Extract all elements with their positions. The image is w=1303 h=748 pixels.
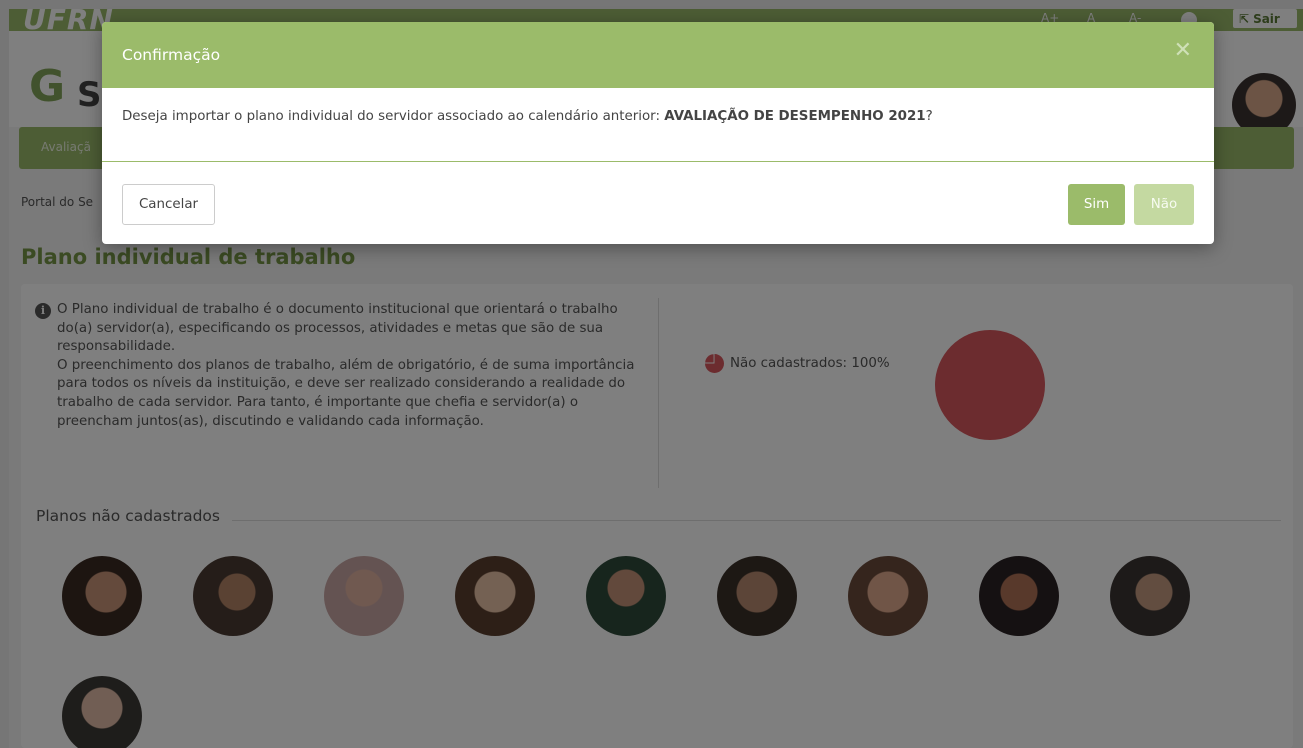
confirmation-dialog: Confirmação ✕ Deseja importar o plano in… <box>102 22 1214 244</box>
dialog-title: Confirmação <box>122 46 221 64</box>
dialog-header: Confirmação ✕ <box>102 22 1214 88</box>
dialog-body: Deseja importar o plano individual do se… <box>102 88 1214 162</box>
no-button[interactable]: Não <box>1134 184 1194 225</box>
cancel-button[interactable]: Cancelar <box>122 184 215 225</box>
dialog-message-calendar: AVALIAÇÃO DE DESEMPENHO 2021 <box>664 109 926 124</box>
dialog-message-prefix: Deseja importar o plano individual do se… <box>122 109 665 124</box>
dialog-message-suffix: ? <box>925 109 933 124</box>
yes-button[interactable]: Sim <box>1068 184 1125 225</box>
close-icon[interactable]: ✕ <box>1174 40 1192 62</box>
dialog-footer: Cancelar Sim Não <box>102 162 1214 244</box>
